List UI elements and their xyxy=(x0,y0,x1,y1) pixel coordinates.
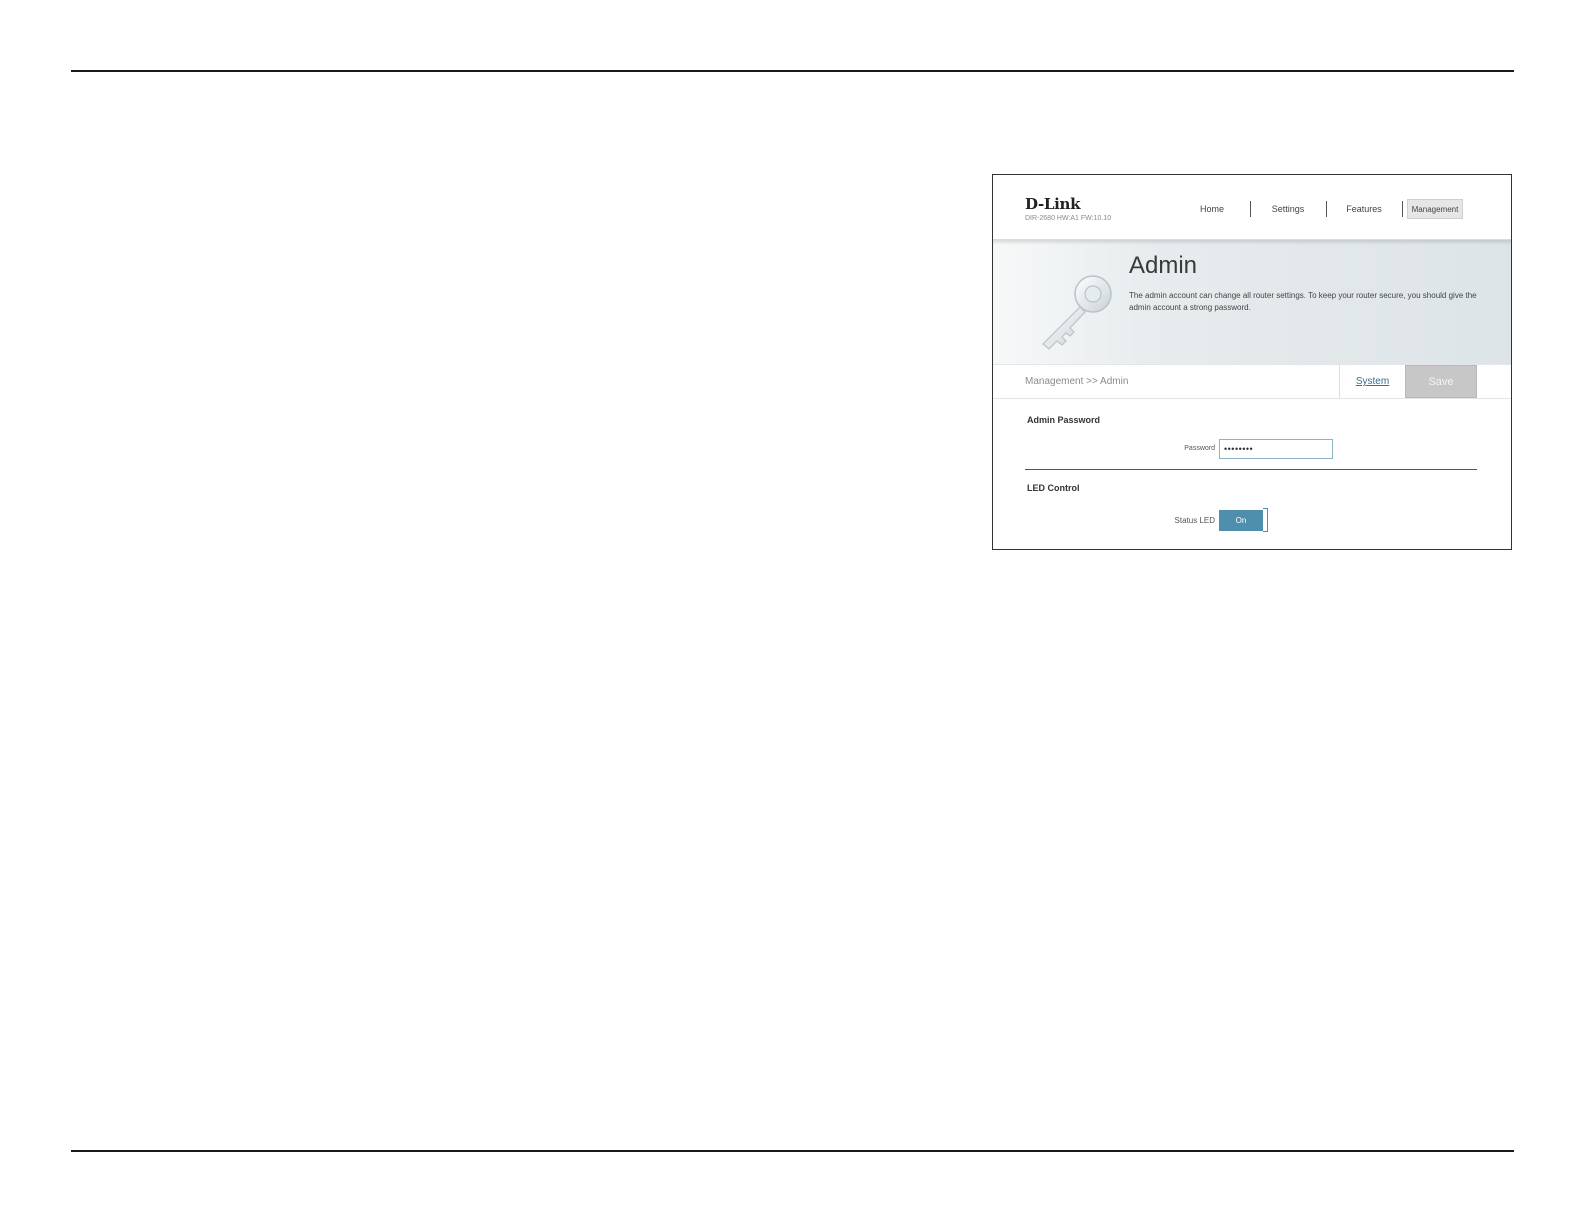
password-input[interactable]: •••••••• xyxy=(1219,439,1333,459)
model-info: DIR-2680 HW:A1 FW:10.10 xyxy=(1025,215,1112,222)
breadcrumb: Management >> Admin xyxy=(1025,376,1129,387)
page-banner: Admin The admin account can change all r… xyxy=(993,239,1511,365)
toggle-on-label: On xyxy=(1219,510,1263,531)
nav-settings[interactable]: Settings xyxy=(1253,199,1323,219)
top-nav: Home Settings Features Management xyxy=(1177,199,1477,221)
nav-divider xyxy=(1402,201,1403,217)
key-icon xyxy=(1042,275,1112,350)
page-top-rule xyxy=(71,70,1514,72)
section-divider xyxy=(1025,469,1477,470)
toggle-handle[interactable] xyxy=(1263,508,1268,532)
page-title: Admin xyxy=(1129,252,1198,279)
dlink-logo: D-Link xyxy=(1025,195,1081,213)
password-label: Password xyxy=(1184,445,1215,452)
nav-features[interactable]: Features xyxy=(1329,199,1399,219)
save-button[interactable]: Save xyxy=(1405,365,1477,398)
nav-management[interactable]: Management xyxy=(1407,199,1463,219)
page-description: The admin account can change all router … xyxy=(1129,291,1477,312)
router-header: D-Link DIR-2680 HW:A1 FW:10.10 Home Sett… xyxy=(993,175,1511,239)
status-led-toggle[interactable]: On xyxy=(1219,508,1269,532)
admin-password-heading: Admin Password xyxy=(1027,415,1101,425)
led-control-heading: LED Control xyxy=(1027,483,1080,493)
page-bottom-rule xyxy=(71,1150,1514,1152)
router-screenshot: D-Link DIR-2680 HW:A1 FW:10.10 Home Sett… xyxy=(992,174,1512,550)
status-led-label: Status LED xyxy=(1174,516,1215,525)
banner-shadow xyxy=(993,240,1511,245)
nav-divider xyxy=(1250,201,1251,217)
system-link[interactable]: System xyxy=(1339,365,1405,398)
sub-toolbar: Management >> Admin System Save xyxy=(993,365,1511,399)
nav-divider xyxy=(1326,201,1327,217)
nav-home[interactable]: Home xyxy=(1177,199,1247,219)
